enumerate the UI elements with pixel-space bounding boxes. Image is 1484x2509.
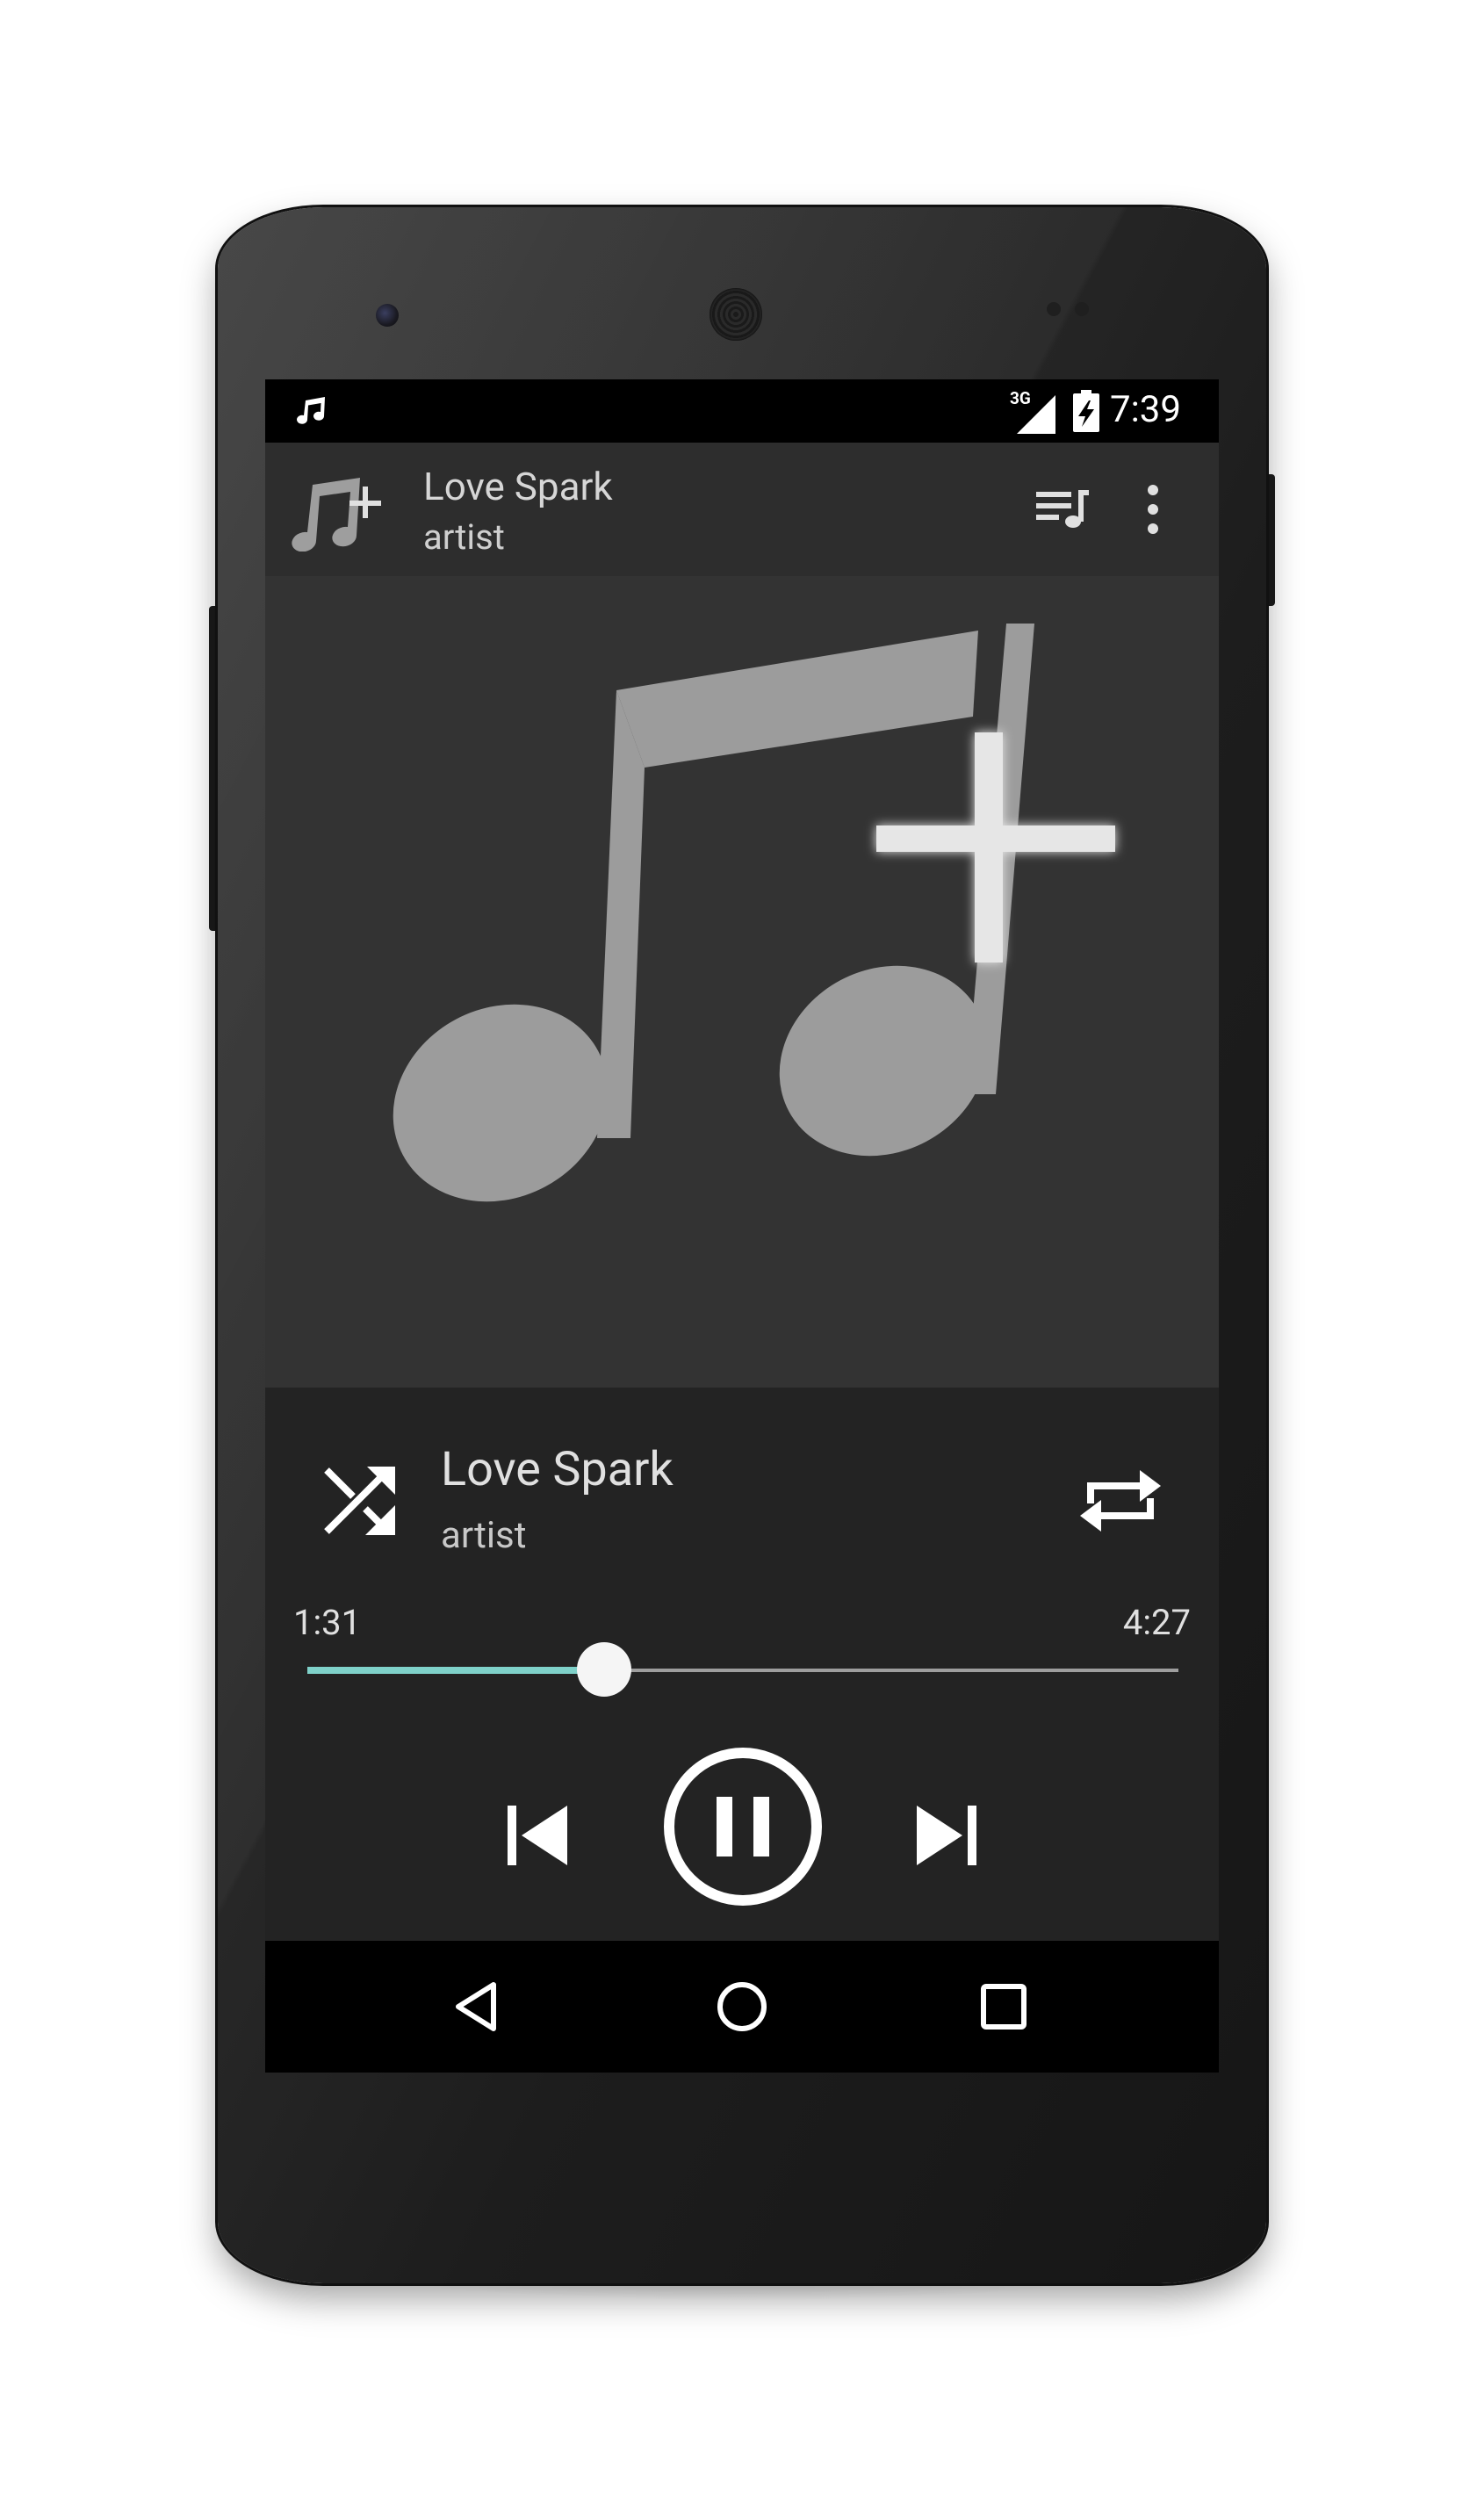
network-type: 3G — [1010, 388, 1031, 408]
seek-bar-thumb[interactable] — [577, 1642, 632, 1697]
skip-next-icon[interactable] — [911, 1800, 982, 1871]
music-note-icon — [295, 393, 330, 429]
seek-bar[interactable] — [307, 1642, 1178, 1697]
front-camera — [376, 304, 399, 327]
app-bar-subtitle: artist — [423, 516, 505, 558]
more-vert-icon[interactable] — [1140, 481, 1166, 537]
light-sensor — [1075, 302, 1089, 316]
player-panel: Love Spark artist 1:31 4:27 — [265, 1388, 1219, 1941]
app-bar-title: Love Spark — [423, 464, 613, 509]
track-artist: artist — [441, 1514, 527, 1557]
battery-charging-icon — [1073, 390, 1099, 432]
home-icon[interactable] — [715, 1979, 769, 2034]
queue-music-icon[interactable] — [1034, 485, 1091, 534]
pause-icon[interactable] — [662, 1746, 824, 1907]
music-plus-logo-icon — [288, 467, 383, 552]
back-icon[interactable] — [450, 1979, 504, 2034]
nav-bar — [265, 1941, 1219, 2073]
music-note-plus-placeholder-icon — [393, 624, 1115, 1202]
earpiece-speaker — [710, 288, 762, 341]
status-bar: 3G 7:39 — [265, 379, 1219, 443]
proximity-sensor — [1047, 302, 1061, 316]
app-bar: Love Spark artist — [265, 443, 1219, 576]
track-title: Love Spark — [441, 1442, 674, 1497]
status-time: 7:39 — [1110, 388, 1181, 431]
recent-apps-icon[interactable] — [980, 1983, 1027, 2030]
screen: 3G 7:39 Love Spark artist Love Spark art… — [265, 379, 1219, 2073]
time-total: 4:27 — [1122, 1602, 1191, 1643]
time-elapsed: 1:31 — [293, 1602, 362, 1643]
shuffle-icon[interactable] — [321, 1461, 400, 1540]
skip-previous-icon[interactable] — [502, 1800, 573, 1871]
repeat-icon[interactable] — [1078, 1461, 1163, 1540]
album-art — [265, 576, 1219, 1388]
seek-bar-progress — [307, 1667, 605, 1674]
